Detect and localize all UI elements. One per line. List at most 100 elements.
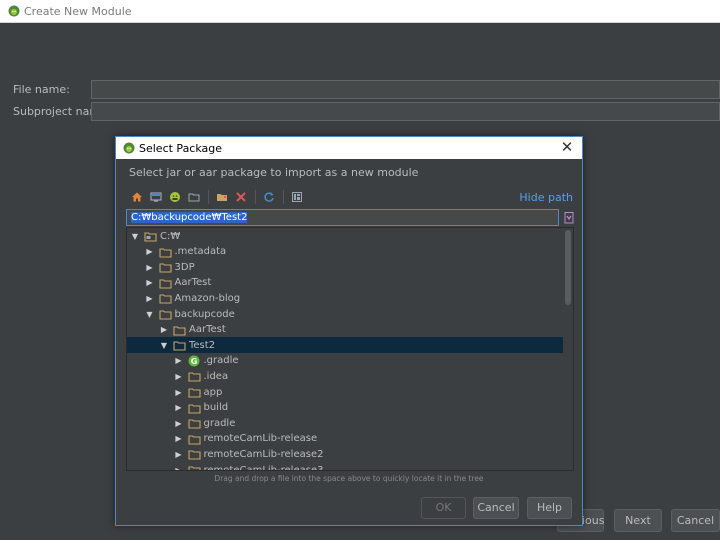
collapsed-arrow-icon[interactable]: ▶ [174, 356, 184, 366]
folder-icon [158, 308, 173, 320]
delete-icon[interactable] [232, 188, 250, 206]
folder-icon [173, 324, 187, 336]
tree-scrollbar-thumb[interactable] [565, 230, 571, 305]
expanded-arrow-icon[interactable]: ▼ [145, 309, 155, 319]
tree-row[interactable]: ▶ remoteCamLib-release3 [127, 462, 563, 471]
window-cancel-button[interactable]: Cancel [671, 509, 720, 532]
drive-icon [144, 230, 158, 242]
drag-drop-hint: Drag and drop a file into the space abov… [214, 474, 484, 483]
collapsed-arrow-icon[interactable]: ▶ [174, 434, 184, 444]
dialog-title: Select Package [139, 142, 223, 155]
folder-icon[interactable] [185, 188, 203, 206]
tree-item-label: C:₩ [160, 230, 181, 242]
path-history-icon[interactable] [562, 209, 576, 226]
collapsed-arrow-icon[interactable]: ▶ [145, 247, 155, 257]
toolbar-separator [255, 190, 256, 204]
tree-item-label: remoteCamLib-release2 [203, 448, 324, 460]
tree-item-label: Test2 [189, 339, 216, 351]
tree-row[interactable]: ▶ app [127, 384, 563, 400]
select-package-dialog: Select Package ✕ Select jar or aar packa… [115, 136, 583, 526]
ok-button[interactable]: OK [421, 497, 466, 519]
new-folder-icon[interactable] [213, 188, 231, 206]
collapsed-arrow-icon[interactable]: ▶ [174, 465, 184, 471]
desktop-icon[interactable] [147, 188, 165, 206]
folder-icon [158, 277, 173, 289]
next-button[interactable]: Next [614, 509, 662, 532]
toolbar-separator [208, 190, 209, 204]
tree-row[interactable]: ▼ backupcode [127, 306, 563, 322]
window-title: Create New Module [24, 5, 132, 18]
tree-scrollbar[interactable] [563, 228, 573, 470]
tree-row[interactable]: ▶ AarTest [127, 275, 563, 291]
tree-item-label: build [203, 402, 229, 414]
collapsed-arrow-icon[interactable]: ▶ [174, 449, 184, 459]
folder-icon [187, 370, 202, 382]
folder-icon [187, 402, 202, 414]
tree-row[interactable]: ▼ C:₩ [127, 228, 563, 244]
tree-item-label: AarTest [189, 324, 226, 336]
expanded-arrow-icon[interactable]: ▼ [159, 340, 169, 350]
folder-icon [158, 292, 173, 304]
tree-item-label: remoteCamLib-release [203, 433, 318, 445]
collapsed-arrow-icon[interactable]: ▶ [145, 262, 155, 272]
tree-item-label: .metadata [174, 246, 227, 258]
tree-item-label: 3DP [174, 261, 195, 273]
tree-row[interactable]: ▶ AarTest [127, 322, 563, 338]
collapsed-arrow-icon[interactable]: ▶ [145, 278, 155, 288]
tree-row[interactable]: ▼ Test2 [127, 337, 563, 354]
path-input-value: C:₩backupcode₩Test2 [131, 212, 248, 223]
window-titlebar: Create New Module [0, 0, 720, 23]
folder-icon [187, 417, 202, 429]
dialog-description: Select jar or aar package to import as a… [129, 166, 419, 179]
tree-row[interactable]: ▶ gradle [127, 415, 563, 431]
collapsed-arrow-icon[interactable]: ▶ [174, 403, 184, 413]
tree-row[interactable]: ▶ G .gradle [127, 353, 563, 369]
path-input[interactable]: C:₩backupcode₩Test2 [126, 209, 559, 226]
file-tree[interactable]: ▶ remoteCamLib-release3 ▶ remoteCamLib-rele… [126, 227, 574, 471]
tree-row[interactable]: ▶ .metadata [127, 244, 563, 260]
show-hidden-icon[interactable] [288, 188, 306, 206]
tree-item-label: .idea [203, 370, 229, 382]
gradle-icon: G [188, 355, 202, 367]
tree-row[interactable]: ▶ Amazon-blog [127, 290, 563, 306]
tree-item-label: gradle [203, 417, 236, 429]
tree-row[interactable]: ▶ .idea [127, 368, 563, 384]
close-icon[interactable]: ✕ [558, 138, 576, 156]
collapsed-arrow-icon[interactable]: ▶ [174, 371, 184, 381]
svg-text:G: G [190, 357, 197, 366]
folder-icon [187, 433, 202, 445]
cancel-button[interactable]: Cancel [473, 497, 519, 519]
folder-icon [173, 339, 187, 351]
tree-row[interactable]: ▶ remoteCamLib-release [127, 431, 563, 447]
dialog-titlebar: Select Package ✕ [116, 137, 582, 159]
tree-item-label: .gradle [203, 355, 239, 367]
android-studio-icon [123, 142, 135, 154]
folder-icon [187, 464, 202, 470]
tree-row[interactable]: ▶ remoteCamLib-release2 [127, 446, 563, 462]
android-icon[interactable] [166, 188, 184, 206]
folder-icon [158, 261, 173, 273]
toolbar-separator [283, 190, 284, 204]
collapsed-arrow-icon[interactable]: ▶ [174, 387, 184, 397]
tree-item-label: Amazon-blog [174, 292, 241, 304]
tree-row[interactable]: ▶ build [127, 400, 563, 416]
collapsed-arrow-icon[interactable]: ▶ [174, 418, 184, 428]
tree-item-label: remoteCamLib-release3 [203, 464, 324, 471]
refresh-icon[interactable] [260, 188, 278, 206]
file-name-label: File name: [13, 83, 70, 96]
hide-path-link[interactable]: Hide path [519, 191, 573, 204]
subproject-name-input[interactable] [91, 102, 720, 121]
help-button[interactable]: Help [527, 497, 572, 519]
home-icon[interactable] [128, 188, 146, 206]
android-studio-icon [8, 5, 20, 17]
tree-row[interactable]: ▶ 3DP [127, 259, 563, 275]
file-name-input[interactable] [91, 80, 720, 99]
folder-icon [187, 386, 202, 398]
folder-icon [158, 246, 173, 258]
folder-icon [187, 448, 202, 460]
tree-item-label: AarTest [174, 277, 212, 289]
collapsed-arrow-icon[interactable]: ▶ [145, 293, 155, 303]
collapsed-arrow-icon[interactable]: ▶ [159, 325, 169, 335]
expanded-arrow-icon[interactable]: ▼ [130, 231, 140, 241]
file-chooser-toolbar [128, 188, 307, 206]
